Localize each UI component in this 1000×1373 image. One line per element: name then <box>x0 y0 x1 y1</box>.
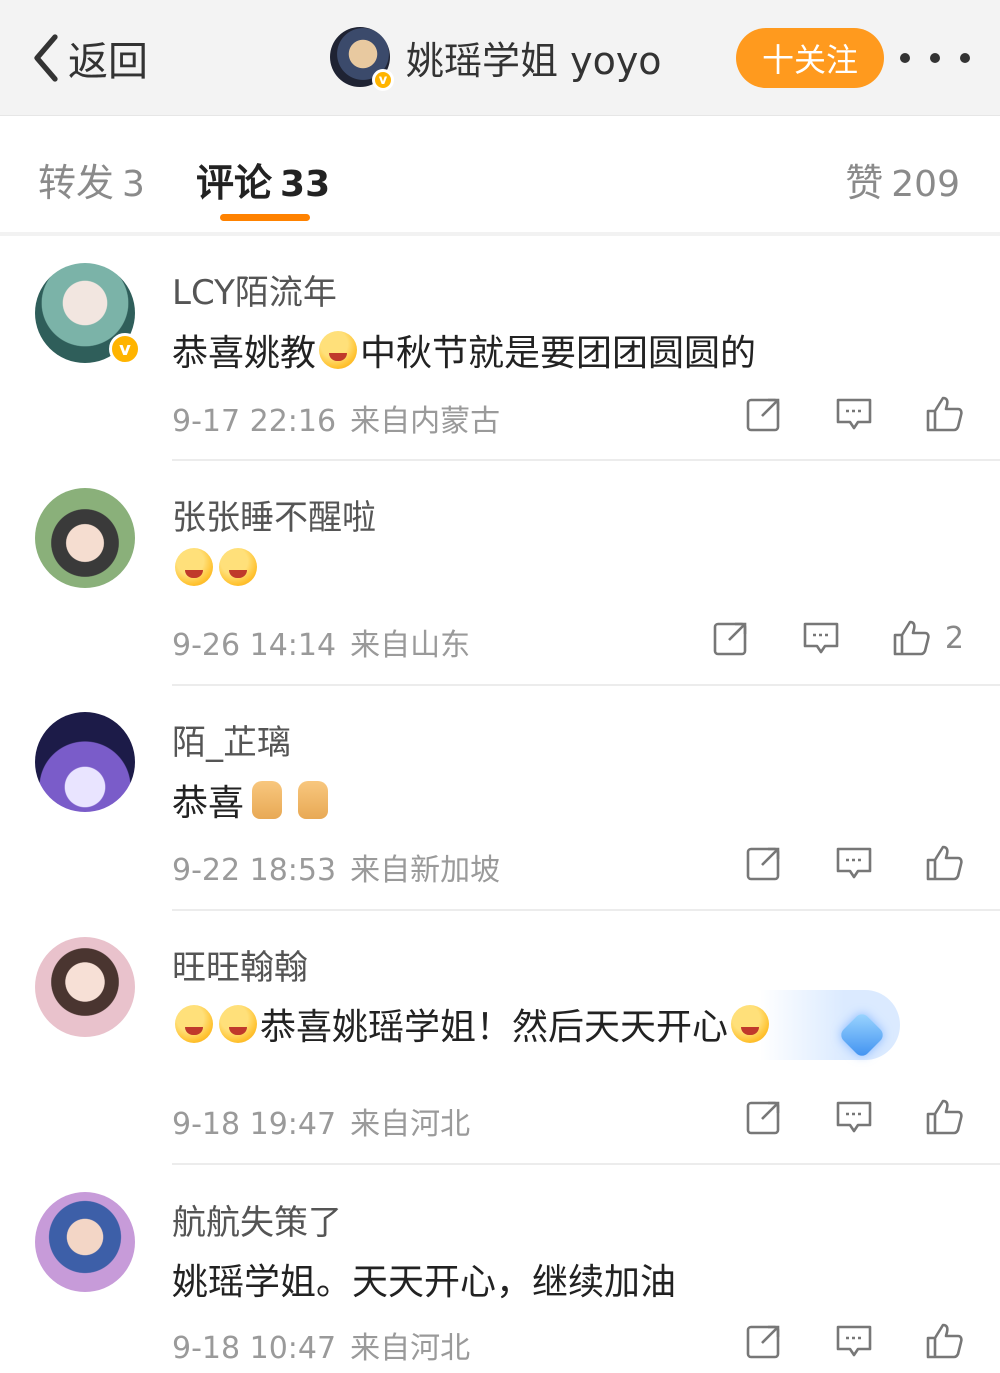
comment-time: 9-22 18:53 <box>172 853 337 888</box>
avatar[interactable]: v <box>330 27 394 91</box>
comment-text: 恭喜 <box>172 774 336 826</box>
thumbs-up-icon[interactable] <box>924 1321 964 1361</box>
comment-username[interactable]: 旺旺翰翰 <box>172 940 308 989</box>
emoji-icon <box>175 1005 213 1043</box>
tab-like[interactable]: 赞 209 <box>845 152 960 207</box>
avatar[interactable] <box>35 488 135 588</box>
comment-icon[interactable] <box>834 1321 874 1361</box>
tab-repost-count: 3 <box>122 164 145 205</box>
comment-text: 恭喜姚教 中秋节就是要团团圆圆的 <box>172 324 756 376</box>
chevron-left-icon <box>34 34 58 82</box>
tab-repost-label: 转发 <box>38 161 115 205</box>
comment-bubble-decoration <box>760 990 900 1060</box>
share-icon[interactable] <box>744 843 784 883</box>
comment-username[interactable]: LCY陌流年 <box>172 265 337 314</box>
top-nav-bar: 返回 v 姚瑶学姐 yoyo 十关注 <box>0 0 1000 116</box>
emoji-icon <box>219 548 257 586</box>
tab-like-label: 赞 <box>845 161 884 205</box>
comment-location: 来自山东 <box>350 628 471 663</box>
comment-text-part: 恭喜姚教 <box>172 333 317 374</box>
avatar[interactable]: v <box>35 263 141 365</box>
thumbs-up-icon[interactable] <box>924 394 964 434</box>
tab-bar: 转发 3 评论 33 赞 209 <box>0 116 1000 236</box>
comment-location: 来自新加坡 <box>350 853 501 888</box>
share-icon[interactable] <box>711 618 751 658</box>
comment-text-part: 中秋节就是要团团圆圆的 <box>360 333 757 374</box>
thumbs-up-icon[interactable] <box>924 843 964 883</box>
back-button[interactable]: 返回 <box>28 28 148 88</box>
divider <box>172 909 1000 911</box>
comment-username[interactable]: 陌_芷璃 <box>172 715 291 764</box>
comment-text <box>172 548 260 586</box>
follow-button[interactable]: 十关注 <box>736 28 884 88</box>
comment-text-part: 恭喜 <box>172 783 245 824</box>
emoji-icon <box>175 548 213 586</box>
thumbs-up-emoji-icon <box>252 781 283 819</box>
comment-actions <box>744 1321 964 1361</box>
profile-title[interactable]: v 姚瑶学姐 yoyo <box>330 25 662 91</box>
verified-badge-icon: v <box>109 333 141 365</box>
share-icon[interactable] <box>744 1321 784 1361</box>
comment-icon[interactable] <box>801 618 841 658</box>
emoji-icon <box>319 331 358 369</box>
back-label: 返回 <box>68 39 148 85</box>
tab-repost[interactable]: 转发 3 <box>38 152 145 207</box>
comment-time: 9-18 10:47 <box>172 1331 337 1366</box>
comment-text: 姚瑶学姐。天天开心，继续加油 <box>172 1253 676 1305</box>
tab-comment-label: 评论 <box>196 161 273 205</box>
comment-time: 9-17 22:16 <box>172 404 337 439</box>
like-button[interactable]: 2 <box>891 618 964 658</box>
avatar[interactable] <box>35 712 135 812</box>
comment-meta: 9-26 14:14 来自山东 <box>172 620 470 664</box>
thumbs-up-emoji-icon <box>298 781 329 819</box>
divider <box>172 1163 1000 1165</box>
comment-text-part: 恭喜姚瑶学姐！然后天天开心 <box>260 1007 729 1048</box>
tab-like-count: 209 <box>891 164 960 205</box>
page-title: 姚瑶学姐 yoyo <box>406 38 662 83</box>
comment-icon[interactable] <box>834 394 874 434</box>
tab-comment[interactable]: 评论 33 <box>196 152 330 207</box>
comment-username[interactable]: 张张睡不醒啦 <box>172 490 376 539</box>
more-dots-icon[interactable] <box>900 40 970 76</box>
like-count: 2 <box>944 620 964 656</box>
active-tab-indicator <box>220 214 310 221</box>
divider <box>172 459 1000 461</box>
comment-username[interactable]: 航航失策了 <box>172 1195 342 1244</box>
comment-meta: 9-17 22:16 来自内蒙古 <box>172 396 500 440</box>
comment-actions: 2 <box>711 618 964 658</box>
comment-location: 来自内蒙古 <box>350 404 501 439</box>
comment-text-part: 姚瑶学姐。天天开心，继续加油 <box>172 1262 677 1303</box>
comment-text: 恭喜姚瑶学姐！然后天天开心 <box>172 998 772 1050</box>
comment-meta: 9-18 19:47 来自河北 <box>172 1099 470 1143</box>
comment-meta: 9-18 10:47 来自河北 <box>172 1323 470 1367</box>
comment-time: 9-26 14:14 <box>172 628 337 663</box>
emoji-icon <box>731 1005 770 1043</box>
divider <box>172 684 1000 686</box>
emoji-icon <box>219 1005 257 1043</box>
comment-actions <box>744 1097 964 1137</box>
comment-actions <box>744 394 964 434</box>
comment-location: 来自河北 <box>350 1107 471 1142</box>
comment-time: 9-18 19:47 <box>172 1107 337 1142</box>
avatar[interactable] <box>35 937 135 1037</box>
comment-actions <box>744 843 964 883</box>
share-icon[interactable] <box>744 1097 784 1137</box>
comment-location: 来自河北 <box>350 1331 471 1366</box>
share-icon[interactable] <box>744 394 784 434</box>
thumbs-up-icon <box>893 620 930 656</box>
thumbs-up-icon[interactable] <box>924 1097 964 1137</box>
verified-badge-icon: v <box>372 69 394 91</box>
avatar[interactable] <box>35 1192 135 1292</box>
comment-icon[interactable] <box>834 1097 874 1137</box>
comment-icon[interactable] <box>834 843 874 883</box>
comment-meta: 9-22 18:53 来自新加坡 <box>172 845 500 889</box>
tab-comment-count: 33 <box>280 164 331 205</box>
